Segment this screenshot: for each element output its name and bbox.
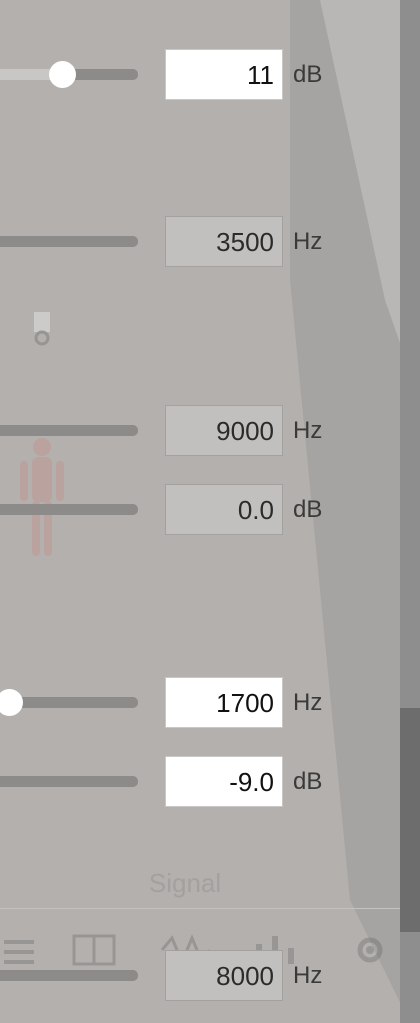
signal-label: Signal (148, 868, 222, 898)
gain-3-slider-track[interactable] (0, 776, 138, 787)
frequency-1-unit-label: Hz (293, 228, 323, 255)
toolbar-divider (0, 908, 400, 909)
control-row-gain-3: -9.0 dB (0, 756, 400, 808)
frequency-3-unit-label: Hz (293, 689, 323, 716)
gain-2-unit-label: dB (293, 496, 323, 523)
frequency-3-slider-thumb[interactable] (0, 689, 23, 716)
control-row-frequency-3: 1700 Hz (0, 677, 400, 729)
frequency-2-unit-label: Hz (293, 417, 323, 444)
frequency-4-value-field[interactable]: 8000 (165, 950, 283, 1001)
control-row-frequency-1: 3500 Hz (0, 216, 400, 268)
gain-unit-label: dB (293, 61, 323, 88)
gain-3-unit-label: dB (293, 768, 323, 795)
frequency-4-unit-label: Hz (293, 962, 323, 989)
scrollbar-thumb[interactable] (400, 708, 420, 932)
frequency-1-slider-track[interactable] (0, 236, 138, 247)
frequency-2-slider-track[interactable] (0, 425, 138, 436)
gain-slider-thumb[interactable] (49, 61, 76, 88)
frequency-2-value-field[interactable]: 9000 (165, 405, 283, 456)
frequency-4-slider-track[interactable] (0, 970, 138, 981)
control-row-frequency-2: 9000 Hz (0, 405, 400, 457)
frequency-1-value-field[interactable]: 3500 (165, 216, 283, 267)
control-row-frequency-4: 8000 Hz (0, 950, 400, 1002)
ring-icon (30, 310, 54, 348)
gain-value-field[interactable]: 11 (165, 49, 283, 100)
gain-3-value-field[interactable]: -9.0 (165, 756, 283, 807)
gain-2-value-field[interactable]: 0.0 (165, 484, 283, 535)
control-row-gain-2: 0.0 dB (0, 484, 400, 536)
frequency-3-value-field[interactable]: 1700 (165, 677, 283, 728)
control-row-gain: 11 dB (0, 49, 400, 101)
gain-2-slider-track[interactable] (0, 504, 138, 515)
